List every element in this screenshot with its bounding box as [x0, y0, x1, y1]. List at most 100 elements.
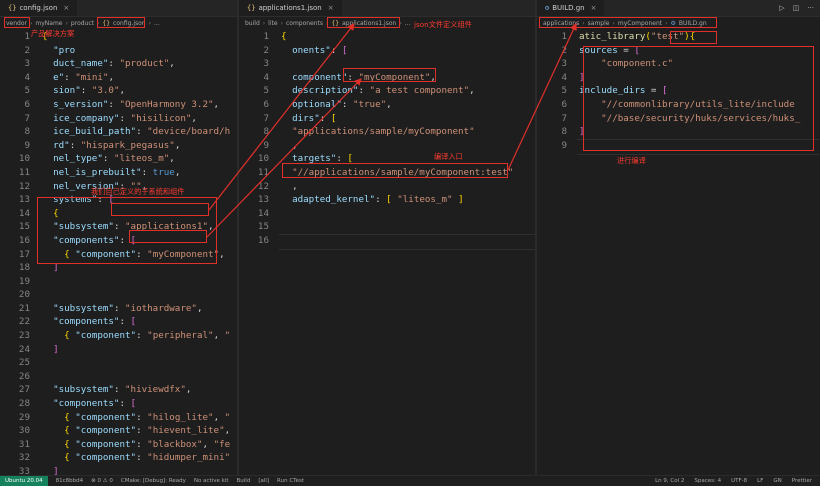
code-text[interactable]: ,	[281, 139, 535, 153]
code-text[interactable]: "components": [	[42, 315, 237, 329]
close-icon[interactable]: ×	[63, 4, 69, 12]
code-line[interactable]: 9 ,	[239, 139, 535, 153]
code-line[interactable]: 8 ice_build_path": "device/board/h	[0, 125, 237, 139]
code-line[interactable]: 14	[239, 207, 535, 221]
tab-applications1-json[interactable]: {} applications1.json ×	[239, 0, 342, 16]
breadcrumb-item[interactable]: lite	[268, 20, 277, 27]
code-line[interactable]: 7 dirs": [	[239, 112, 535, 126]
code-line[interactable]: 15	[239, 220, 535, 234]
close-icon[interactable]: ×	[591, 4, 597, 12]
code-text[interactable]	[42, 370, 237, 384]
code-line[interactable]: 21 "subsystem": "iothardware",	[0, 302, 237, 316]
code-line[interactable]: 29 { "component": "hilog_lite", "	[0, 411, 237, 425]
breadcrumb-item[interactable]: ...	[405, 20, 411, 27]
code-text[interactable]: "subsystem": "iothardware",	[42, 302, 237, 316]
code-line[interactable]: 5 description": "a test component",	[239, 84, 535, 98]
code-text[interactable]: description": "a test component",	[281, 84, 535, 98]
remote-indicator[interactable]: Ubuntu 20.04	[0, 476, 48, 486]
build-button[interactable]: Build	[237, 478, 251, 484]
code-line[interactable]: 27 "subsystem": "hiviewdfx",	[0, 383, 237, 397]
code-line[interactable]: 6 optional": "true",	[239, 98, 535, 112]
code-line[interactable]: 13 adapted_kernel": [ "liteos_m" ]	[239, 193, 535, 207]
code-line[interactable]: 1{	[239, 30, 535, 44]
indentation[interactable]: Spaces: 4	[694, 478, 721, 484]
code-line[interactable]: 6 s_version": "OpenHarmony 3.2",	[0, 98, 237, 112]
code-text[interactable]: "components": [	[42, 397, 237, 411]
code-line[interactable]: 2 "pro	[0, 44, 237, 58]
breadcrumb-item[interactable]: build	[245, 20, 260, 27]
code-line[interactable]: 26	[0, 370, 237, 384]
code-text[interactable]: rd": "hispark_pegasus",	[42, 139, 237, 153]
code-line[interactable]: 7 ice_company": "hisilicon",	[0, 112, 237, 126]
code-text[interactable]: e": "mini",	[42, 71, 237, 85]
end-of-line[interactable]: LF	[757, 478, 763, 484]
code-text[interactable]	[42, 356, 237, 370]
code-line[interactable]: 2 onents": [	[239, 44, 535, 58]
code-text[interactable]	[281, 220, 535, 234]
git-branch[interactable]: 81c8bbd4	[56, 478, 84, 484]
problems-count[interactable]: ⊗ 0 ⚠ 0	[91, 478, 113, 484]
code-text[interactable]: { "component": "blackbox", "fe	[42, 438, 237, 452]
tab-build-gn[interactable]: ⚙ BUILD.gn ×	[537, 0, 605, 16]
code-text[interactable]: adapted_kernel": [ "liteos_m" ]	[281, 193, 535, 207]
breadcrumb-item[interactable]: myName	[35, 20, 62, 27]
close-icon[interactable]: ×	[328, 4, 334, 12]
code-text[interactable]: ,	[281, 180, 535, 194]
code-text[interactable]: s_version": "OpenHarmony 3.2",	[42, 98, 237, 112]
code-line[interactable]: 3 duct_name": "product",	[0, 57, 237, 71]
build-target[interactable]: [all]	[258, 478, 269, 484]
breadcrumb-item[interactable]: components	[286, 20, 323, 27]
code-line[interactable]: 4 e": "mini",	[0, 71, 237, 85]
code-text[interactable]: sion": "3.0",	[42, 84, 237, 98]
code-line[interactable]: 11 nel_is_prebuilt": true,	[0, 166, 237, 180]
code-text[interactable]	[42, 288, 237, 302]
code-line[interactable]: 25	[0, 356, 237, 370]
code-text[interactable]	[281, 207, 535, 221]
code-text[interactable]	[281, 234, 535, 248]
code-editor[interactable]: 1{2 onents": [3 4 component": "myComponen…	[239, 30, 535, 248]
code-text[interactable]	[42, 275, 237, 289]
code-line[interactable]: 22 "components": [	[0, 315, 237, 329]
code-text[interactable]: nel_is_prebuilt": true,	[42, 166, 237, 180]
run-icon[interactable]: ▷	[779, 4, 784, 12]
code-text[interactable]: "subsystem": "hiviewdfx",	[42, 383, 237, 397]
code-line[interactable]: 12 ,	[239, 180, 535, 194]
cmake-status[interactable]: CMake: [Debug]: Ready	[121, 478, 186, 484]
code-line[interactable]: 31 { "component": "blackbox", "fe	[0, 438, 237, 452]
code-text[interactable]: "applications/sample/myComponent"	[281, 125, 535, 139]
code-line[interactable]: 24 ]	[0, 343, 237, 357]
code-line[interactable]: 30 { "component": "hievent_lite",	[0, 424, 237, 438]
code-line[interactable]: 23 { "component": "peripheral", "	[0, 329, 237, 343]
cursor-position[interactable]: Ln 9, Col 2	[655, 478, 684, 484]
code-line[interactable]: 5 sion": "3.0",	[0, 84, 237, 98]
run-ctest-button[interactable]: Run CTest	[277, 478, 304, 484]
code-text[interactable]: ice_company": "hisilicon",	[42, 112, 237, 126]
code-text[interactable]: ]	[42, 343, 237, 357]
code-text[interactable]: ice_build_path": "device/board/h	[42, 125, 237, 139]
code-text[interactable]: duct_name": "product",	[42, 57, 237, 71]
code-text[interactable]: { "component": "hidumper_mini"	[42, 451, 237, 465]
code-text[interactable]: dirs": [	[281, 112, 535, 126]
cmake-kit[interactable]: No active kit	[194, 478, 229, 484]
breadcrumb-item[interactable]: ...	[154, 20, 160, 27]
code-text[interactable]: { "component": "hievent_lite",	[42, 424, 237, 438]
code-line[interactable]: 8 "applications/sample/myComponent"	[239, 125, 535, 139]
code-line[interactable]: 32 { "component": "hidumper_mini"	[0, 451, 237, 465]
more-icon[interactable]: ···	[807, 4, 814, 12]
code-text[interactable]: "pro	[42, 44, 237, 58]
code-line[interactable]: 20	[0, 288, 237, 302]
split-editor-icon[interactable]: ◫	[793, 4, 800, 12]
code-line[interactable]: 28 "components": [	[0, 397, 237, 411]
breadcrumb-item[interactable]: product	[71, 20, 94, 27]
encoding[interactable]: UTF-8	[731, 478, 747, 484]
tab-config-json[interactable]: {} config.json ×	[0, 0, 78, 16]
code-text[interactable]: optional": "true",	[281, 98, 535, 112]
code-text[interactable]: nel_type": "liteos_m",	[42, 152, 237, 166]
code-text[interactable]: {	[281, 30, 535, 44]
prettier-status[interactable]: Prettier	[792, 478, 812, 484]
code-text[interactable]: { "component": "peripheral", "	[42, 329, 237, 343]
code-text[interactable]: { "component": "hilog_lite", "	[42, 411, 237, 425]
language-mode[interactable]: GN	[773, 478, 781, 484]
code-line[interactable]: 10 nel_type": "liteos_m",	[0, 152, 237, 166]
code-line[interactable]: 16	[239, 234, 535, 248]
